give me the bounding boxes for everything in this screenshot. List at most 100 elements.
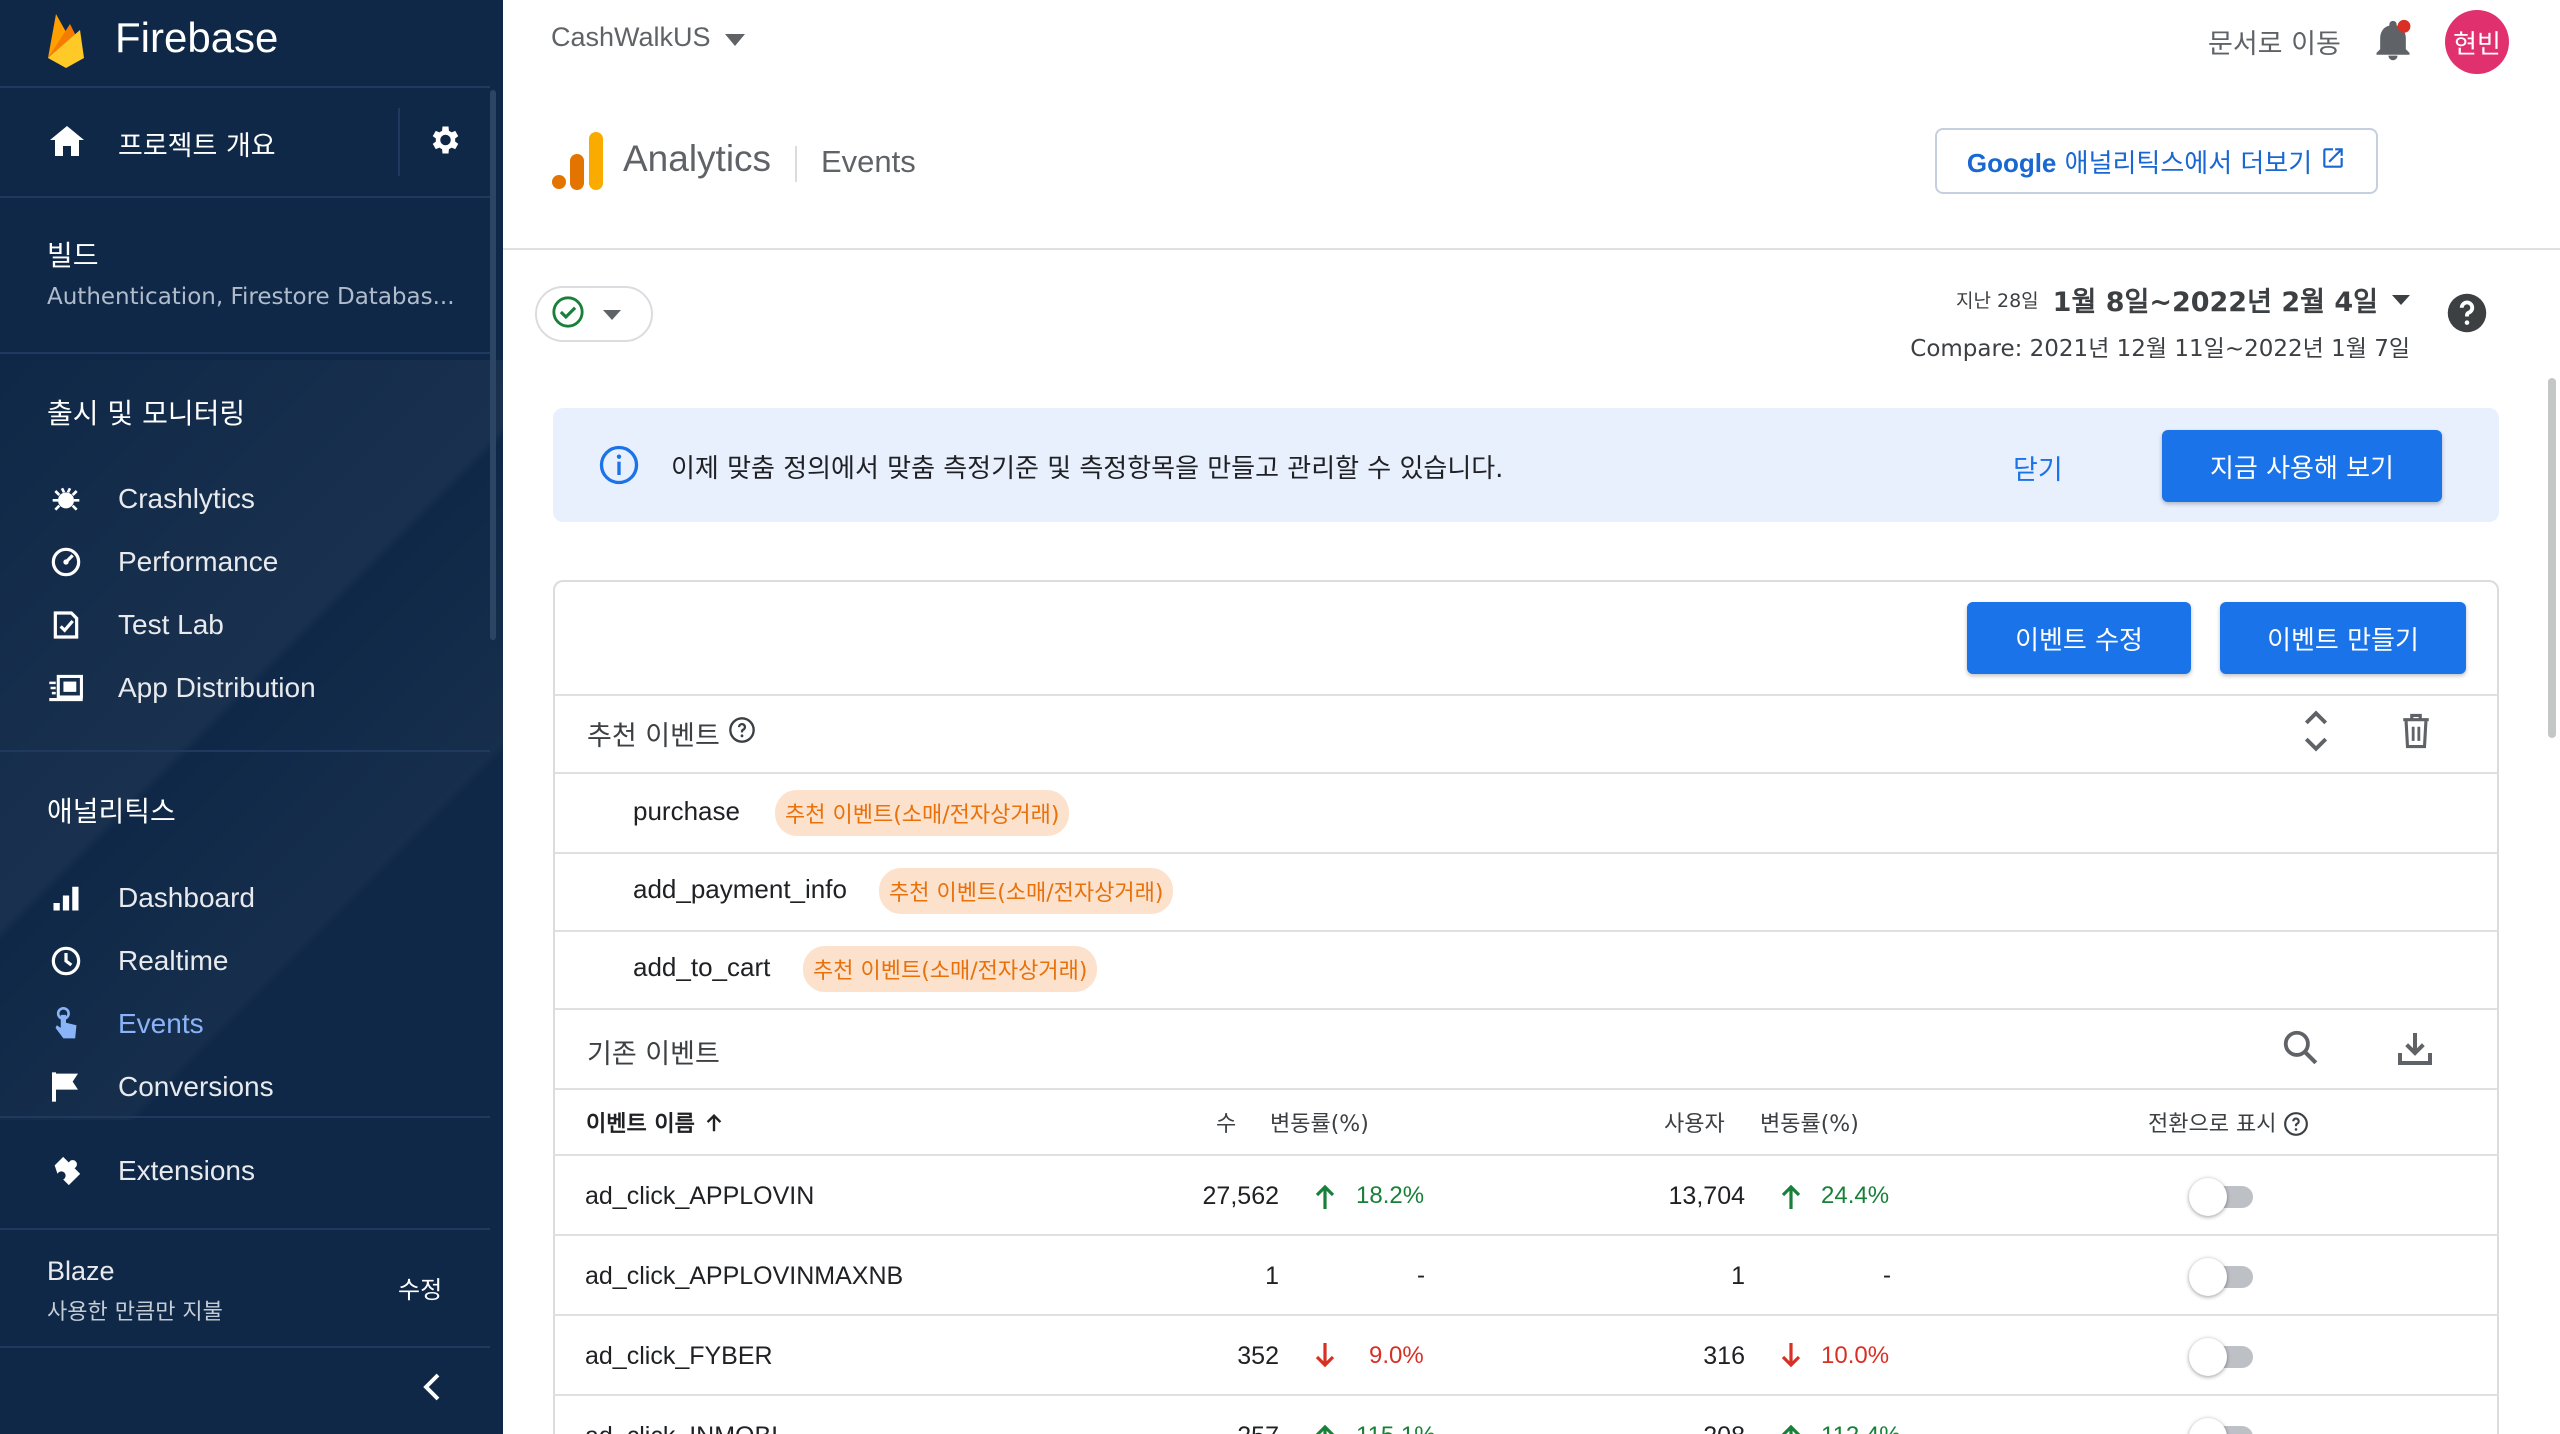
expand-collapse-icon[interactable] (2303, 710, 2329, 756)
sidebar-item-events[interactable]: Events (0, 993, 490, 1055)
conversion-toggle[interactable] (2189, 1338, 2259, 1376)
product-name: Analytics (623, 138, 772, 179)
existing-events-title: 기존 이벤트 (587, 1039, 720, 1070)
event-name-cell[interactable]: ad_click_INMOBI (585, 1422, 778, 1434)
search-icon[interactable] (2281, 1028, 2319, 1070)
help-outline-icon[interactable] (728, 716, 756, 751)
table-row[interactable]: ad_click_APPLOVINMAXNB 1 - 1 - (553, 1234, 2499, 1314)
column-header-count[interactable]: 수 (1216, 1106, 1236, 1138)
event-name-cell[interactable]: ad_click_APPLOVINMAXNB (585, 1262, 903, 1291)
release-section-header[interactable]: 출시 및 모니터링 (47, 392, 245, 432)
recommended-event-row[interactable]: purchase 추천 이벤트(소매/전자상거래) (555, 774, 2497, 852)
info-icon (599, 445, 639, 489)
column-header-users[interactable]: 사용자 (1664, 1106, 1725, 1138)
sidebar-item-conversions[interactable]: Conversions (0, 1056, 490, 1118)
conversion-toggle[interactable] (2189, 1258, 2259, 1296)
banner-close-button[interactable]: 닫기 (2013, 448, 2063, 487)
count-cell: 257 (1237, 1422, 1279, 1434)
touch-icon (48, 1006, 84, 1042)
column-header-count-change[interactable]: 변동률(%) (1270, 1106, 1369, 1138)
conversion-toggle[interactable] (2189, 1418, 2259, 1434)
count-change-cell: 9.0% (1369, 1342, 1424, 1369)
page-header: Analytics Events Google 애널리틱스에서 더보기 (503, 84, 2560, 250)
sidebar-item-label: Extensions (118, 1155, 255, 1186)
count-trend-icon (1313, 1422, 1337, 1434)
build-title[interactable]: 빌드 (47, 234, 99, 274)
users-cell: 316 (1703, 1342, 1745, 1370)
caret-down-icon (2392, 290, 2410, 309)
event-name-cell[interactable]: ad_click_FYBER (585, 1342, 773, 1371)
toggle-knob (2189, 1178, 2227, 1216)
gear-icon[interactable] (426, 122, 462, 162)
sidebar-item-extensions[interactable]: Extensions (0, 1140, 490, 1202)
analytics-section-header[interactable]: 애널리틱스 (47, 790, 176, 830)
delete-trash-icon[interactable] (2399, 712, 2433, 754)
sidebar-divider (0, 750, 490, 752)
build-subtitle: Authentication, Firestore Databas... (47, 284, 455, 310)
sidebar-divider (0, 1228, 490, 1230)
check-circle-icon (551, 295, 585, 333)
test-lab-icon (48, 607, 84, 643)
comparison-filter-chip[interactable] (535, 286, 653, 342)
recommended-event-row[interactable]: add_to_cart 추천 이벤트(소매/전자상거래) (555, 930, 2497, 1008)
sidebar-item-performance[interactable]: Performance (0, 531, 490, 593)
sidebar-item-label: Performance (118, 546, 279, 577)
create-event-button[interactable]: 이벤트 만들기 (2220, 602, 2466, 674)
event-name-cell[interactable]: ad_click_APPLOVIN (585, 1182, 814, 1211)
open-in-new-icon (2320, 145, 2346, 178)
sidebar-divider (0, 196, 490, 198)
conversion-toggle[interactable] (2189, 1178, 2259, 1216)
help-outline-icon[interactable] (2283, 1111, 2309, 1137)
main-scrollbar[interactable] (2548, 378, 2556, 738)
bar-chart-icon (48, 880, 84, 916)
count-change-cell: - (1417, 1262, 1425, 1289)
firebase-logo-row[interactable]: Firebase (0, 0, 503, 86)
project-overview-row[interactable]: 프로젝트 개요 (0, 88, 503, 196)
sidebar-item-label: Events (118, 1008, 204, 1039)
column-header-users-change[interactable]: 변동률(%) (1760, 1106, 1859, 1138)
table-row[interactable]: ad_click_FYBER 352 9.0% 316 10.0% (553, 1314, 2499, 1394)
date-range-selector[interactable]: 지난 28일 1월 8일~2022년 2월 4일 Compare: 2021년 … (1850, 280, 2410, 363)
sidebar-divider (0, 1116, 490, 1118)
project-selector[interactable]: CashWalkUS (551, 22, 745, 53)
ga-more-label: 애널리틱스에서 더보기 (2056, 148, 2313, 179)
sidebar-item-label: Conversions (118, 1071, 274, 1102)
sidebar-item-crashlytics[interactable]: Crashlytics (0, 468, 490, 530)
project-overview-label[interactable]: 프로젝트 개요 (118, 124, 276, 163)
user-avatar[interactable]: 현빈 (2445, 10, 2509, 74)
recommended-event-row[interactable]: add_payment_info 추천 이벤트(소매/전자상거래) (555, 852, 2497, 930)
sidebar-scrollbar[interactable] (490, 90, 496, 640)
sidebar-item-label: App Distribution (118, 672, 316, 703)
table-row[interactable]: ad_click_INMOBI 257 115.1% 208 112.4% (553, 1394, 2499, 1434)
go-to-docs-link[interactable]: 문서로 이동 (2208, 22, 2341, 61)
count-cell: 352 (1237, 1342, 1279, 1370)
column-header-conversion: 전환으로 표시 (2148, 1106, 2309, 1138)
try-now-button[interactable]: 지금 사용해 보기 (2162, 430, 2442, 502)
info-banner: 이제 맞춤 정의에서 맞춤 측정기준 및 측정항목을 만들고 관리할 수 있습니… (553, 408, 2499, 522)
column-header-event-name[interactable]: 이벤트 이름 (586, 1106, 725, 1138)
sidebar-item-app-distribution[interactable]: App Distribution (0, 657, 490, 719)
plan-edit-button[interactable]: 수정 (398, 1270, 442, 1305)
notifications-bell-icon[interactable] (2371, 18, 2415, 68)
help-icon[interactable] (2446, 292, 2488, 338)
caret-down-icon (724, 22, 745, 53)
date-range-row[interactable]: 지난 28일 1월 8일~2022년 2월 4일 (1850, 280, 2410, 319)
firebase-brand: Firebase (115, 14, 279, 61)
plan-description: 사용한 만큼만 지불 (47, 1300, 223, 1325)
sidebar-item-realtime[interactable]: Realtime (0, 930, 490, 992)
sidebar-item-dashboard[interactable]: Dashboard (0, 867, 490, 929)
recommended-events-title: 추천 이벤트 (587, 721, 720, 752)
event-name: purchase (633, 796, 740, 826)
download-icon[interactable] (2395, 1028, 2435, 1072)
count-trend-icon (1313, 1342, 1337, 1374)
event-name: add_payment_info (633, 874, 847, 904)
view-more-in-google-analytics-button[interactable]: Google 애널리틱스에서 더보기 (1935, 128, 2378, 194)
caret-down-icon (603, 305, 621, 324)
sidebar-item-test-lab[interactable]: Test Lab (0, 594, 490, 656)
plan-name: Blaze (47, 1256, 115, 1286)
collapse-sidebar-chevron-icon[interactable] (420, 1372, 444, 1406)
edit-events-button[interactable]: 이벤트 수정 (1967, 602, 2191, 674)
table-row[interactable]: ad_click_APPLOVIN 27,562 18.2% 13,704 24… (553, 1154, 2499, 1234)
top-bar: CashWalkUS 문서로 이동 현빈 (503, 0, 2560, 84)
recommended-event-chip: 추천 이벤트(소매/전자상거래) (879, 868, 1174, 914)
